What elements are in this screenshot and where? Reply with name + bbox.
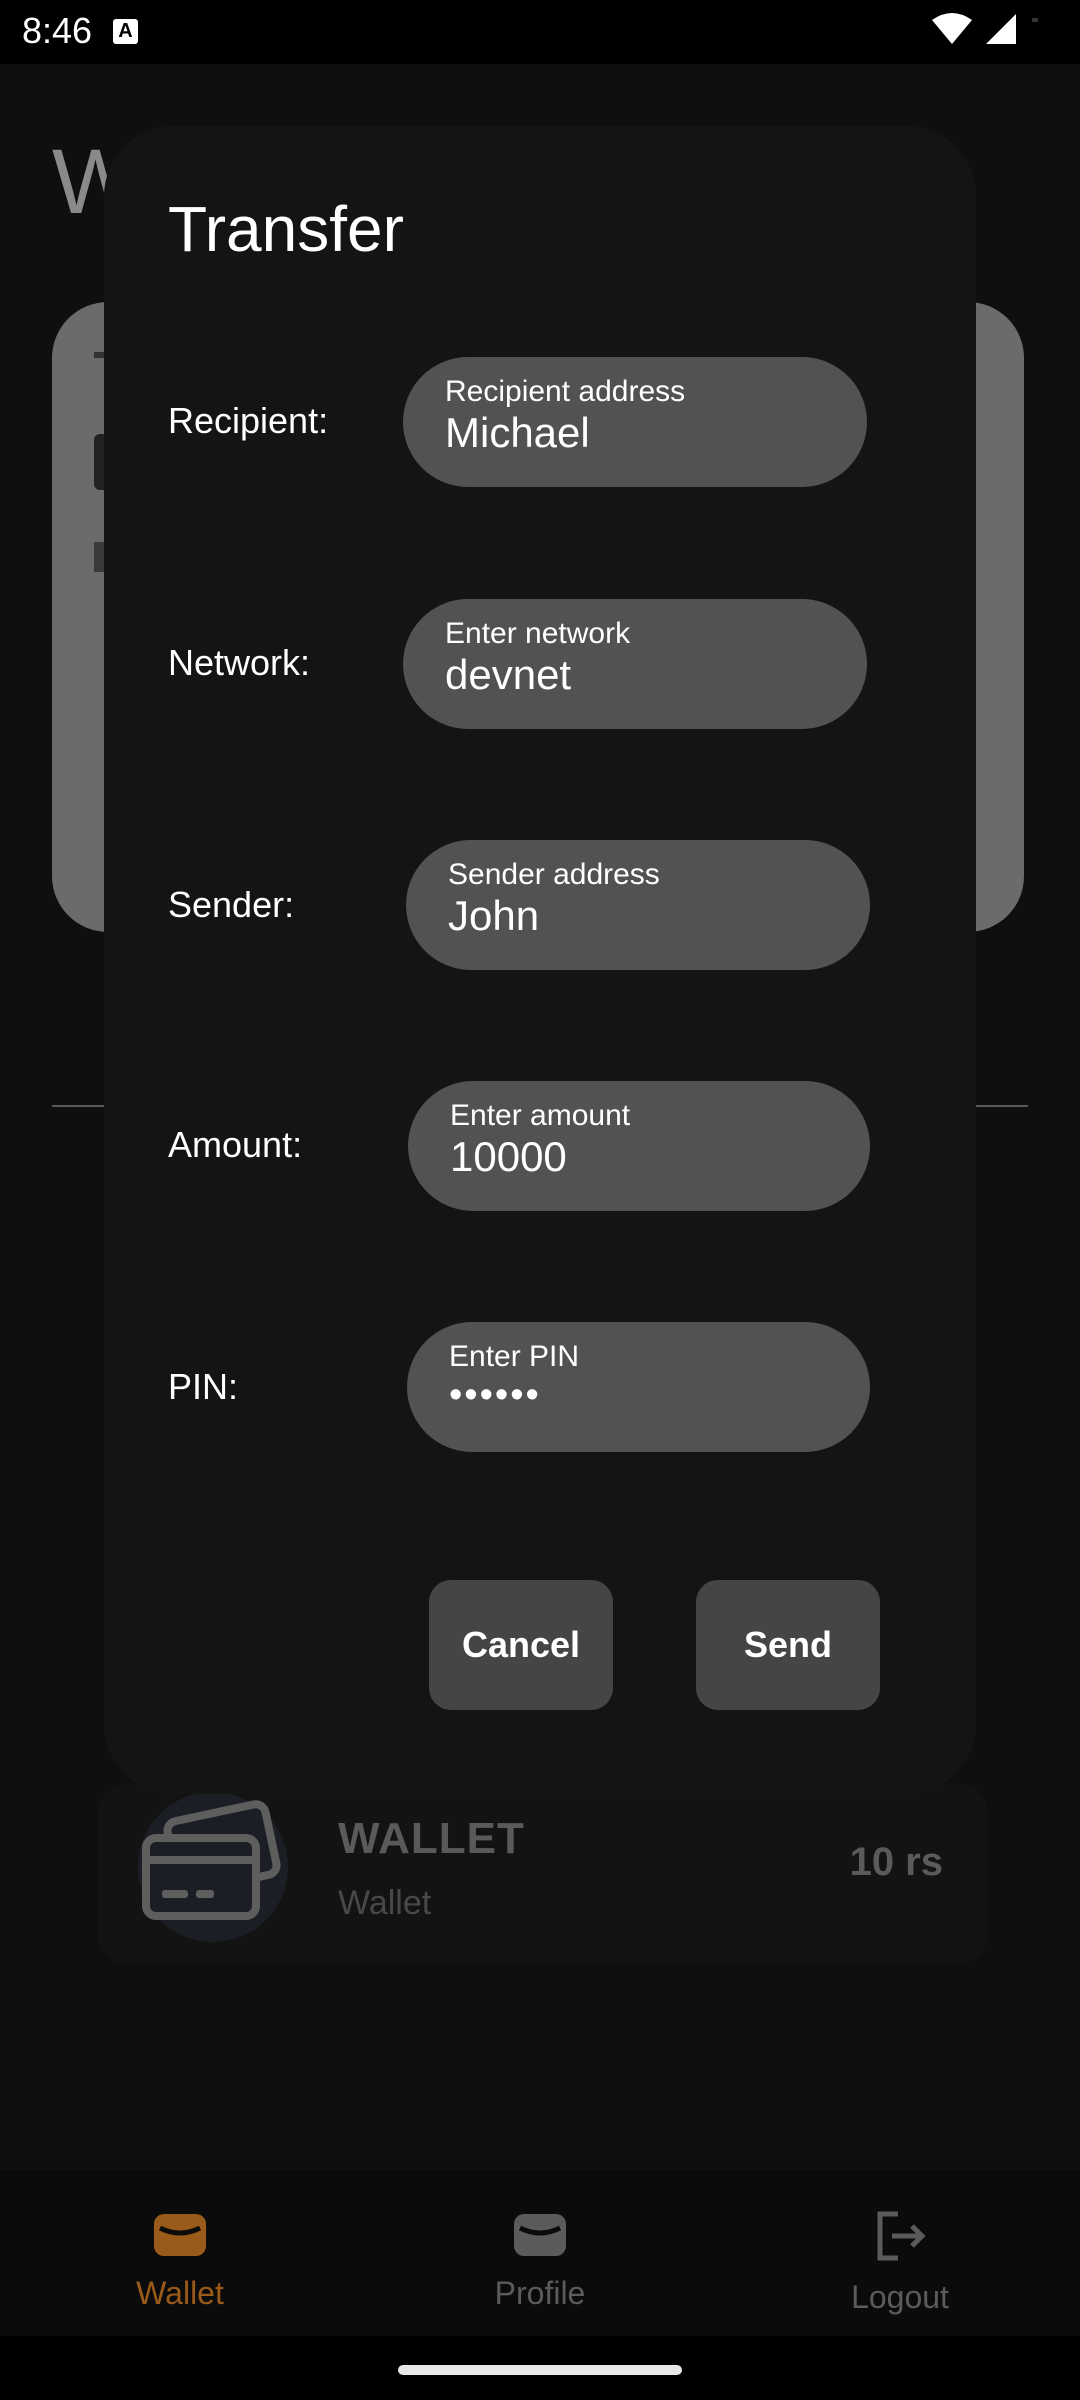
- amount-label: Amount:: [168, 1124, 303, 1165]
- network-label: Network:: [168, 642, 311, 683]
- wallet-amount: 10 rs: [849, 1840, 943, 1884]
- wallet-icon: [154, 2214, 206, 2256]
- field-placeholder: Enter amount: [450, 1099, 631, 1132]
- card-icon: [142, 1800, 281, 1920]
- sender-label: Sender:: [168, 884, 295, 925]
- nav-label: Wallet: [136, 2275, 224, 2311]
- status-bar: 8:46 A: [0, 0, 1080, 64]
- field-placeholder: Enter network: [445, 617, 631, 650]
- dialog-title: Transfer: [168, 193, 404, 265]
- field-placeholder: Enter PIN: [449, 1340, 580, 1373]
- field-value: ••••••: [449, 1374, 541, 1416]
- transfer-dialog: Transfer Recipient: Recipient address Mi…: [104, 126, 976, 1794]
- nav-item-profile[interactable]: Profile: [430, 2210, 650, 2312]
- field-value: Michael: [445, 409, 590, 456]
- notification-a-icon: A: [113, 19, 138, 44]
- nav-item-wallet[interactable]: Wallet: [70, 2210, 290, 2312]
- wallet-subtitle: Wallet: [338, 1884, 432, 1922]
- wallet-icon: [514, 2214, 566, 2256]
- recipient-address-field[interactable]: Recipient address Michael: [403, 357, 867, 487]
- nav-item-logout[interactable]: Logout: [790, 2210, 1010, 2316]
- status-icons: [932, 12, 1040, 46]
- logout-icon: [877, 2211, 926, 2261]
- gesture-handle[interactable]: [398, 2365, 682, 2375]
- pin-field[interactable]: Enter PIN ••••••: [407, 1322, 870, 1452]
- field-placeholder: Recipient address: [445, 375, 686, 408]
- pin-label: PIN:: [168, 1366, 239, 1407]
- field-value: devnet: [445, 651, 572, 698]
- sender-address-field[interactable]: Sender address John: [406, 840, 870, 970]
- cell-signal-icon: [986, 14, 1016, 44]
- battery-icon: [1032, 18, 1038, 22]
- network-field[interactable]: Enter network devnet: [403, 599, 867, 729]
- wifi-icon: [932, 13, 972, 44]
- wallet-avatar: [138, 1792, 288, 1942]
- cancel-button[interactable]: Cancel: [429, 1580, 613, 1710]
- bottom-nav: Wallet Profile Logout: [0, 2170, 1080, 2336]
- field-value: 10000: [450, 1133, 567, 1180]
- nav-label: Logout: [851, 2279, 949, 2315]
- field-placeholder: Sender address: [448, 858, 660, 891]
- wallet-list-item[interactable]: WALLET Wallet 10 rs: [98, 1784, 988, 1964]
- amount-field[interactable]: Enter amount 10000: [408, 1081, 870, 1211]
- field-value: John: [448, 892, 540, 939]
- status-time: 8:46: [22, 10, 93, 51]
- wallet-name: WALLET: [338, 1814, 525, 1863]
- recipient-label: Recipient:: [168, 400, 329, 441]
- send-button[interactable]: Send: [696, 1580, 880, 1710]
- nav-label: Profile: [494, 2275, 586, 2311]
